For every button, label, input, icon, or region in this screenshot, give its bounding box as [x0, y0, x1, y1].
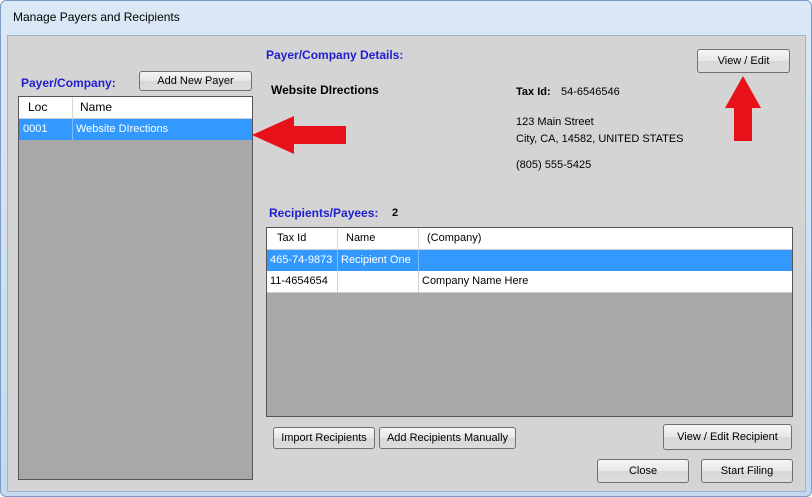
start-filing-button[interactable]: Start Filing — [701, 459, 793, 483]
red-arrow-left-icon — [252, 116, 346, 154]
column-header-tax-id[interactable]: Tax Id — [267, 228, 338, 249]
recipients-list[interactable]: Tax Id Name (Company) 465-74-9873 Recipi… — [266, 227, 793, 417]
payer-row[interactable]: 0001 Website DIrections — [19, 119, 252, 140]
payer-address-line2: City, CA, 14582, UNITED STATES — [516, 133, 684, 145]
payer-list-header: Loc Name — [19, 97, 252, 119]
recipient-name-cell — [338, 271, 419, 292]
client-area: Payer/Company: Add New Payer Loc Name 00… — [7, 35, 806, 492]
view-edit-payer-button[interactable]: View / Edit — [697, 49, 790, 73]
payer-loc-cell: 0001 — [19, 119, 73, 140]
column-header-loc[interactable]: Loc — [19, 97, 73, 118]
recipient-row[interactable]: 11-4654654 Company Name Here — [267, 271, 792, 293]
recipient-row[interactable]: 465-74-9873 Recipient One — [267, 250, 792, 271]
import-recipients-button[interactable]: Import Recipients — [273, 427, 375, 449]
title-bar: Manage Payers and Recipients — [1, 1, 811, 35]
recipient-company-cell: Company Name Here — [422, 275, 529, 287]
column-header-name[interactable]: Name — [73, 97, 252, 118]
payer-name: Website DIrections — [271, 83, 379, 97]
recipient-name-cell: Recipient One — [338, 250, 419, 271]
recipients-label: Recipients/Payees: — [269, 206, 379, 220]
payer-address-line1: 123 Main Street — [516, 116, 594, 128]
column-header-name[interactable]: Name — [338, 228, 419, 249]
payer-tax-id: 54-6546546 — [561, 86, 620, 98]
payer-phone: (805) 555-5425 — [516, 159, 592, 171]
recipient-tax-id-cell: 465-74-9873 — [267, 250, 338, 271]
red-arrow-up-icon — [725, 76, 761, 141]
recipient-company-cell — [419, 250, 792, 271]
add-recipients-manually-button[interactable]: Add Recipients Manually — [379, 427, 516, 449]
payer-name-cell: Website DIrections — [76, 123, 169, 135]
recipient-tax-id-cell: 11-4654654 — [267, 271, 338, 292]
payer-details-label: Payer/Company Details: — [266, 48, 404, 62]
close-button[interactable]: Close — [597, 459, 689, 483]
window-title: Manage Payers and Recipients — [13, 10, 180, 24]
recipients-count: 2 — [392, 207, 399, 219]
payer-list[interactable]: Loc Name 0001 Website DIrections — [18, 96, 253, 480]
tax-id-label: Tax Id: — [516, 86, 551, 98]
manage-payers-window: Manage Payers and Recipients Payer/Compa… — [0, 0, 812, 497]
payer-company-label: Payer/Company: — [21, 76, 116, 90]
add-new-payer-button[interactable]: Add New Payer — [139, 71, 252, 91]
view-edit-recipient-button[interactable]: View / Edit Recipient — [663, 424, 792, 450]
column-header-company[interactable]: (Company) — [419, 228, 792, 249]
recipients-list-header: Tax Id Name (Company) — [267, 228, 792, 250]
